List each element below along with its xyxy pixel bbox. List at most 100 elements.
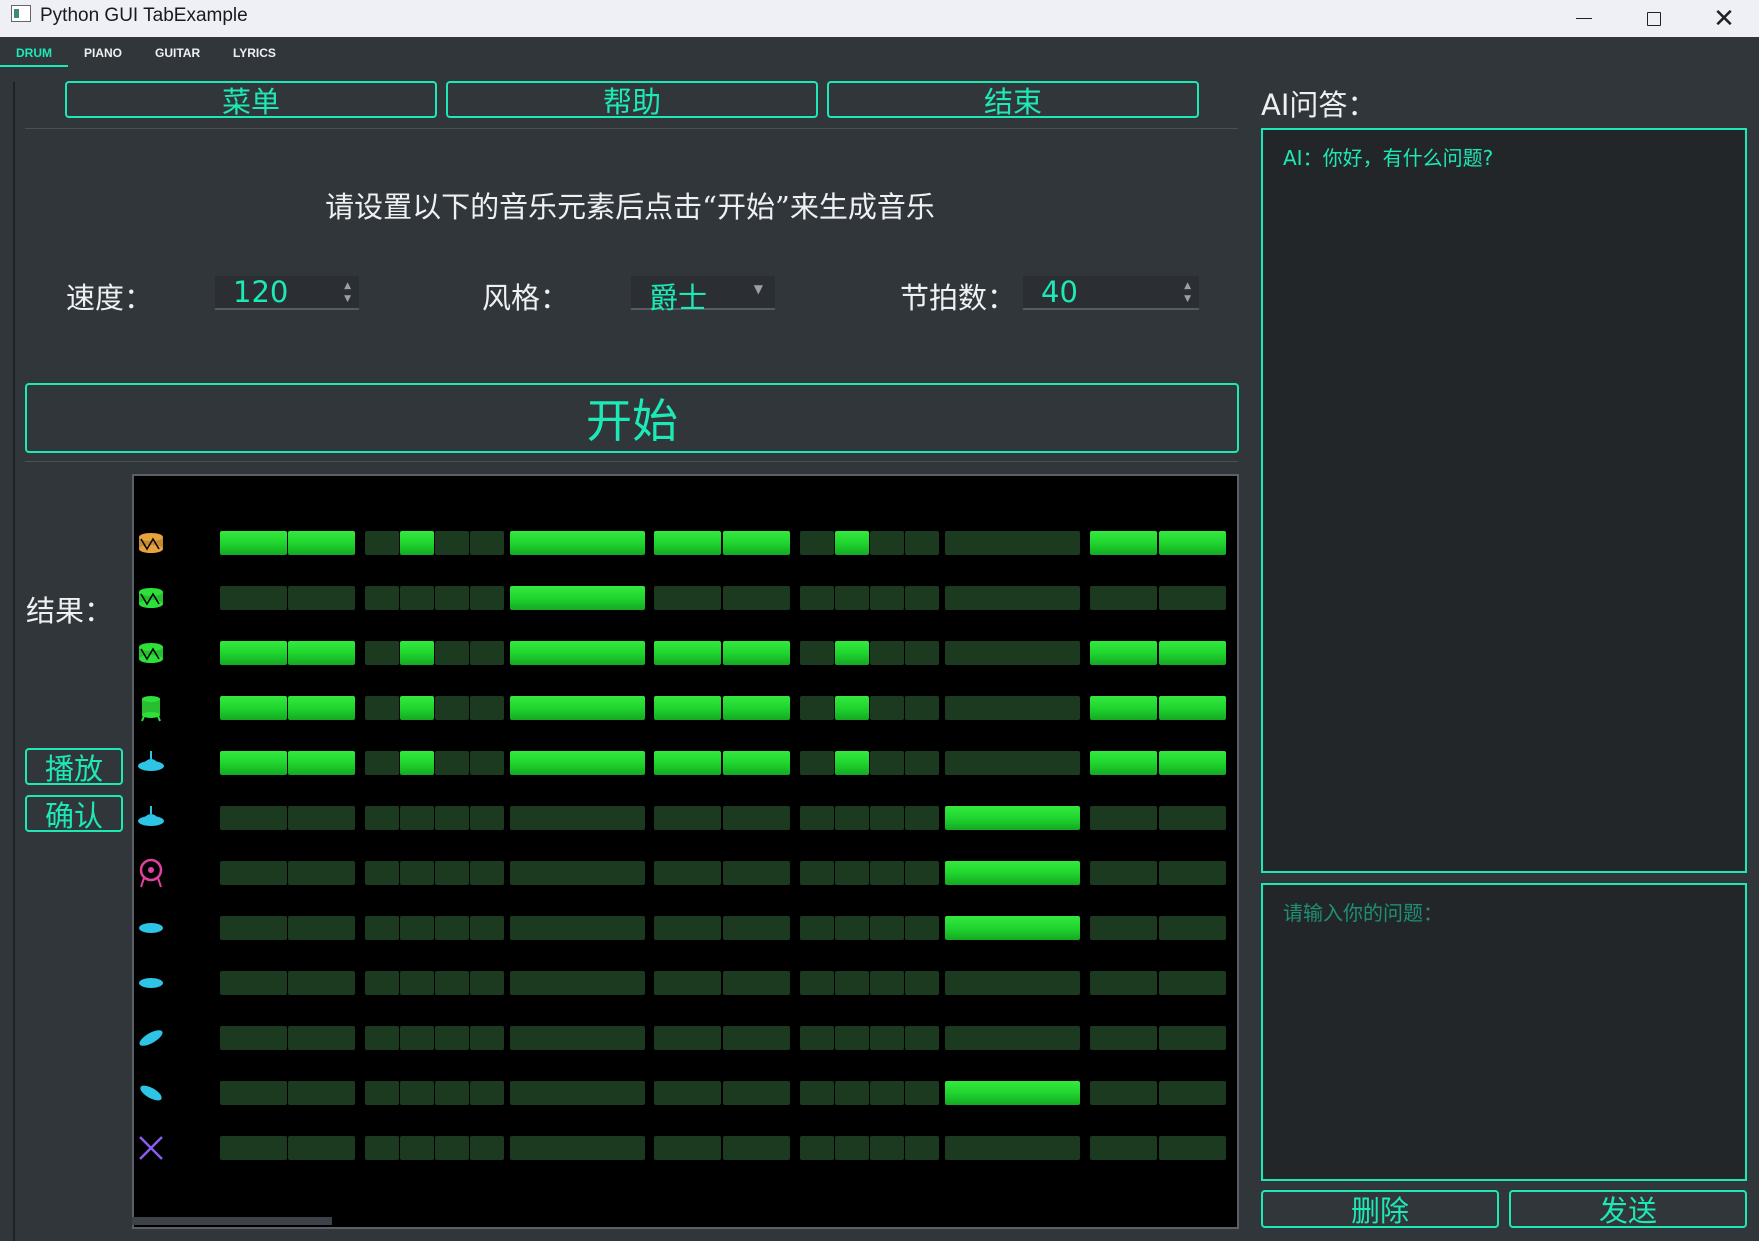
sequencer-cell[interactable] (835, 586, 869, 610)
maximize-button[interactable] (1619, 0, 1689, 37)
sequencer-cell[interactable] (835, 751, 869, 775)
sequencer-cell[interactable] (945, 1081, 1080, 1105)
sequencer-cell[interactable] (435, 971, 469, 995)
sequencer-cell[interactable] (510, 531, 645, 555)
confirm-button[interactable]: 确认 (25, 795, 123, 833)
sequencer-cell[interactable] (870, 1136, 904, 1160)
sequencer-cell[interactable] (510, 971, 645, 995)
sequencer-cell[interactable] (510, 641, 645, 665)
sequencer-cell[interactable] (400, 531, 434, 555)
sequencer-cell[interactable] (435, 1026, 469, 1050)
sequencer-cell[interactable] (945, 696, 1080, 720)
sequencer-cell[interactable] (220, 1026, 287, 1050)
sequencer-cell[interactable] (723, 916, 790, 940)
sequencer-cell[interactable] (835, 1081, 869, 1105)
sequencer-cell[interactable] (905, 971, 939, 995)
sequencer-cell[interactable] (945, 531, 1080, 555)
sequencer-cell[interactable] (654, 696, 721, 720)
sequencer-cell[interactable] (945, 641, 1080, 665)
sequencer-cell[interactable] (288, 806, 355, 830)
sequencer-cell[interactable] (800, 641, 834, 665)
sequencer-cell[interactable] (1090, 641, 1157, 665)
menu-button[interactable]: 菜单 (65, 81, 437, 119)
sequencer-cell[interactable] (365, 531, 399, 555)
sequencer-cell[interactable] (288, 861, 355, 885)
sequencer-cell[interactable] (905, 916, 939, 940)
sequencer-cell[interactable] (365, 916, 399, 940)
sequencer-cell[interactable] (400, 696, 434, 720)
sequencer-cell[interactable] (835, 861, 869, 885)
sequencer-cell[interactable] (220, 641, 287, 665)
spin-arrows-icon[interactable]: ▲ ▼ (344, 280, 351, 306)
sequencer-cell[interactable] (800, 1136, 834, 1160)
sequencer-cell[interactable] (905, 586, 939, 610)
sequencer-cell[interactable] (510, 806, 645, 830)
sequencer-cell[interactable] (1090, 531, 1157, 555)
sequencer-cell[interactable] (400, 861, 434, 885)
sequencer-cell[interactable] (723, 641, 790, 665)
tab-drum[interactable]: DRUM (16, 46, 52, 60)
sequencer-cell[interactable] (220, 751, 287, 775)
sequencer-cell[interactable] (220, 806, 287, 830)
exit-button[interactable]: 结束 (827, 81, 1199, 119)
sequencer-cell[interactable] (1090, 916, 1157, 940)
sequencer-cell[interactable] (435, 861, 469, 885)
start-button[interactable]: 开始 (25, 383, 1239, 453)
sequencer-cell[interactable] (945, 971, 1080, 995)
sequencer-cell[interactable] (1159, 1081, 1226, 1105)
sequencer-cell[interactable] (1159, 1026, 1226, 1050)
sequencer-cell[interactable] (510, 1136, 645, 1160)
sequencer-cell[interactable] (400, 586, 434, 610)
sequencer-cell[interactable] (400, 1136, 434, 1160)
sequencer-cell[interactable] (1159, 861, 1226, 885)
sequencer-cell[interactable] (470, 751, 504, 775)
sequencer-cell[interactable] (1090, 1081, 1157, 1105)
sequencer-cell[interactable] (870, 861, 904, 885)
beats-spinbox[interactable]: 40 ▲ ▼ (1023, 275, 1199, 310)
sequencer-cell[interactable] (510, 1026, 645, 1050)
sequencer-cell[interactable] (800, 1081, 834, 1105)
delete-button[interactable]: 删除 (1261, 1190, 1499, 1228)
send-button[interactable]: 发送 (1509, 1190, 1747, 1228)
ai-question-input[interactable]: 请输入你的问题： (1261, 883, 1747, 1181)
sequencer-cell[interactable] (1090, 806, 1157, 830)
sequencer-cell[interactable] (400, 1026, 434, 1050)
minimize-button[interactable] (1549, 0, 1619, 37)
sequencer-cell[interactable] (1159, 586, 1226, 610)
sequencer-cell[interactable] (870, 806, 904, 830)
sequencer-cell[interactable] (220, 861, 287, 885)
tab-lyrics[interactable]: LYRICS (233, 46, 276, 60)
sequencer-cell[interactable] (288, 751, 355, 775)
sequencer-cell[interactable] (945, 916, 1080, 940)
sequencer-cell[interactable] (835, 696, 869, 720)
sequencer-cell[interactable] (654, 806, 721, 830)
sequencer-cell[interactable] (1159, 696, 1226, 720)
sequencer-cell[interactable] (654, 751, 721, 775)
sequencer-cell[interactable] (435, 751, 469, 775)
sequencer-cell[interactable] (1090, 861, 1157, 885)
sequencer-cell[interactable] (1090, 971, 1157, 995)
sequencer-cell[interactable] (470, 1136, 504, 1160)
sequencer-cell[interactable] (905, 696, 939, 720)
sequencer-cell[interactable] (905, 861, 939, 885)
sequencer-cell[interactable] (1159, 641, 1226, 665)
sequencer-cell[interactable] (435, 586, 469, 610)
tempo-spinbox[interactable]: 120 ▲ ▼ (215, 275, 359, 310)
sequencer-cell[interactable] (723, 806, 790, 830)
sequencer-cell[interactable] (288, 531, 355, 555)
sequencer-cell[interactable] (220, 1081, 287, 1105)
sequencer-cell[interactable] (723, 586, 790, 610)
sequencer-cell[interactable] (365, 641, 399, 665)
sequencer-cell[interactable] (1159, 971, 1226, 995)
sequencer-cell[interactable] (1090, 696, 1157, 720)
sequencer-cell[interactable] (654, 531, 721, 555)
sequencer-cell[interactable] (654, 641, 721, 665)
sequencer-cell[interactable] (365, 751, 399, 775)
sequencer-cell[interactable] (870, 971, 904, 995)
sequencer-cell[interactable] (870, 531, 904, 555)
sequencer-cell[interactable] (905, 1026, 939, 1050)
sequencer-cell[interactable] (800, 806, 834, 830)
sequencer-cell[interactable] (723, 751, 790, 775)
sequencer-cell[interactable] (945, 751, 1080, 775)
sequencer-cell[interactable] (800, 696, 834, 720)
